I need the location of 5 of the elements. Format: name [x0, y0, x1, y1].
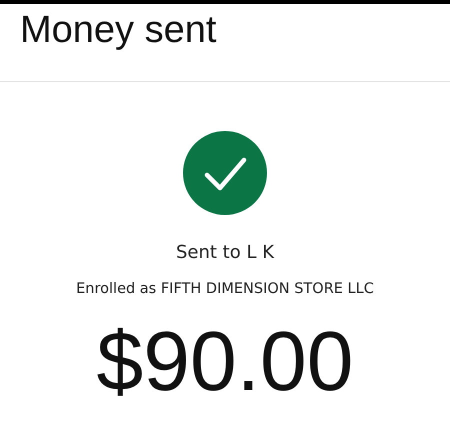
amount-text: $90.00	[96, 313, 354, 409]
recipient-text: Sent to L K	[176, 241, 274, 265]
page-title: Money sent	[20, 8, 216, 52]
checkmark-icon	[183, 131, 267, 215]
enrolled-text: Enrolled as FIFTH DIMENSION STORE LLC	[76, 280, 374, 299]
